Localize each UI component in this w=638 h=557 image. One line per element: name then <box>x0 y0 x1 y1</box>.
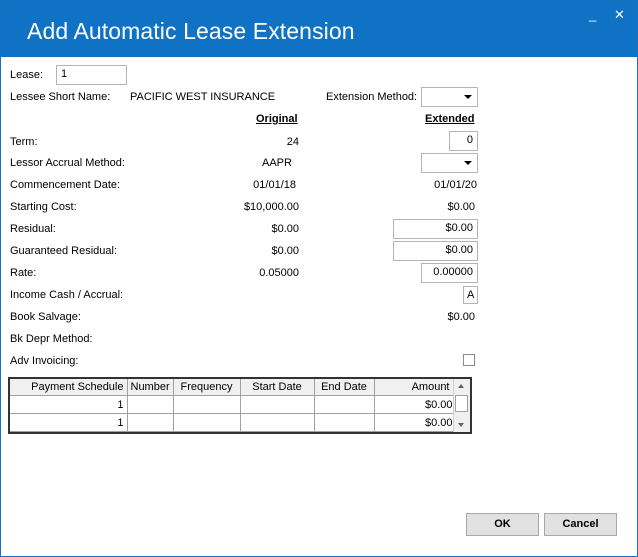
adv-invoicing-label: Adv Invoicing: <box>10 355 79 367</box>
residual-label: Residual: <box>10 223 56 235</box>
lease-label: Lease: <box>10 69 44 81</box>
chevron-down-icon <box>464 161 472 165</box>
table-row[interactable]: 1 $0.00 <box>10 395 457 414</box>
scroll-down-icon[interactable] <box>458 423 464 427</box>
book-salvage-extended-value: $0.00 <box>447 311 475 323</box>
adv-invoicing-checkbox[interactable] <box>463 354 475 366</box>
table-cell[interactable] <box>173 413 241 432</box>
extension-method-label: Extension Method: <box>326 91 418 103</box>
table-cell[interactable]: $0.00 <box>374 413 457 432</box>
table-cell[interactable] <box>240 413 315 432</box>
residual-extended-input[interactable]: $0.00 <box>393 219 478 239</box>
table-row[interactable]: 1 $0.00 <box>10 413 457 432</box>
column-header-start-date[interactable]: Start Date <box>240 379 315 396</box>
table-cell[interactable] <box>127 413 174 432</box>
lessor-accrual-method-label: Lessor Accrual Method: <box>10 157 125 169</box>
lessor-accrual-method-dropdown[interactable] <box>421 153 478 173</box>
starting-cost-original-value: $10,000.00 <box>243 201 299 213</box>
table-cell[interactable] <box>127 395 174 414</box>
scroll-up-icon[interactable] <box>458 384 464 388</box>
table-header-row: Payment Schedule Number Frequency Start … <box>10 379 457 396</box>
term-label: Term: <box>10 136 38 148</box>
income-cash-accrual-label: Income Cash / Accrual: <box>10 289 124 301</box>
dialog-window: Add Automatic Lease Extension _ ✕ Lease:… <box>0 0 638 557</box>
term-extended-input[interactable]: 0 <box>449 131 478 151</box>
income-cash-accrual-input[interactable]: A <box>463 286 478 304</box>
cancel-button[interactable]: Cancel <box>544 513 617 536</box>
column-header-payment-schedule[interactable]: Payment Schedule <box>10 379 128 396</box>
column-header-number[interactable]: Number <box>127 379 174 396</box>
column-header-frequency[interactable]: Frequency <box>173 379 241 396</box>
guaranteed-residual-extended-input[interactable]: $0.00 <box>393 241 478 261</box>
grid-vertical-scrollbar[interactable] <box>453 379 470 432</box>
extended-column-header: Extended <box>425 113 475 125</box>
extension-method-dropdown[interactable] <box>421 87 478 107</box>
close-icon[interactable]: ✕ <box>614 7 625 23</box>
rate-original-value: 0.05000 <box>259 267 299 279</box>
payment-schedule-grid[interactable]: Payment Schedule Number Frequency Start … <box>8 377 472 434</box>
minimize-icon[interactable]: _ <box>589 7 596 22</box>
table-cell[interactable] <box>314 413 375 432</box>
payment-schedule-table: Payment Schedule Number Frequency Start … <box>10 379 457 432</box>
starting-cost-label: Starting Cost: <box>10 201 77 213</box>
commencement-date-label: Commencement Date: <box>10 179 121 191</box>
term-original-value: 24 <box>286 136 299 148</box>
column-header-end-date[interactable]: End Date <box>314 379 375 396</box>
table-cell[interactable]: 1 <box>10 395 128 414</box>
ok-button[interactable]: OK <box>466 513 539 536</box>
book-salvage-label: Book Salvage: <box>10 311 81 323</box>
guaranteed-residual-label: Guaranteed Residual: <box>10 245 118 257</box>
table-cell[interactable] <box>240 395 315 414</box>
original-column-header: Original <box>256 113 298 125</box>
guaranteed-residual-original-value: $0.00 <box>271 245 299 257</box>
lessee-short-name-label: Lessee Short Name: <box>10 91 111 103</box>
commencement-date-extended-value: 01/01/20 <box>434 179 477 191</box>
dialog-title: Add Automatic Lease Extension <box>27 18 355 44</box>
scroll-thumb[interactable] <box>455 395 468 412</box>
bk-depr-method-label: Bk Depr Method: <box>10 333 93 345</box>
residual-original-value: $0.00 <box>271 223 299 235</box>
commencement-date-original-value: 01/01/18 <box>253 179 296 191</box>
table-cell[interactable] <box>173 395 241 414</box>
lessee-short-name-value: PACIFIC WEST INSURANCE <box>130 91 276 103</box>
chevron-down-icon <box>464 95 472 99</box>
title-bar[interactable]: Add Automatic Lease Extension _ ✕ <box>1 1 637 57</box>
table-cell[interactable]: 1 <box>10 413 128 432</box>
starting-cost-extended-value: $0.00 <box>447 201 475 213</box>
rate-label: Rate: <box>10 267 37 279</box>
rate-extended-input[interactable]: 0.00000 <box>421 263 478 283</box>
table-cell[interactable] <box>314 395 375 414</box>
table-cell[interactable]: $0.00 <box>374 395 457 414</box>
column-header-amount[interactable]: Amount <box>374 379 457 396</box>
lessor-accrual-method-original-value: AAPR <box>262 157 292 169</box>
lease-input[interactable]: 1 <box>56 65 127 85</box>
